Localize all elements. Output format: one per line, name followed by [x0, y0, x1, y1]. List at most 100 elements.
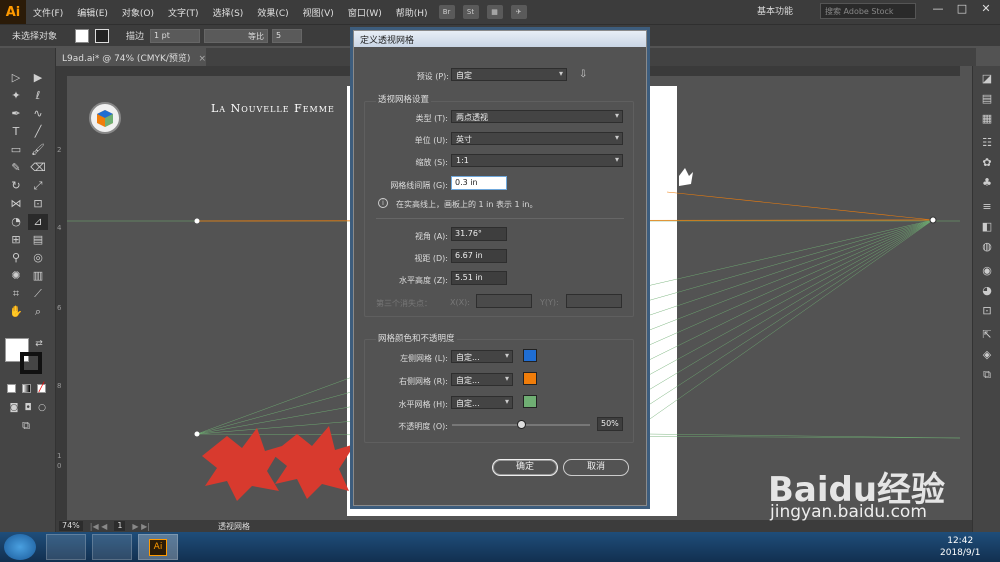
- perspective-grid-tool-icon[interactable]: ⊿: [28, 214, 48, 230]
- stroke-color-box[interactable]: [20, 352, 42, 374]
- layers-icon[interactable]: ◈: [979, 348, 995, 362]
- horizon-height-input[interactable]: 5.51 in: [451, 271, 507, 285]
- export-icon[interactable]: ⇱: [979, 328, 995, 342]
- opacity-slider-knob[interactable]: [517, 420, 526, 429]
- color-panel-icon[interactable]: ◪: [979, 72, 995, 86]
- save-preset-icon[interactable]: ⇩: [579, 69, 591, 81]
- stroke-swatch[interactable]: [95, 28, 110, 43]
- viewing-angle-input[interactable]: 31.76°: [451, 227, 507, 241]
- fill-swatch[interactable]: [75, 28, 90, 43]
- symbol-sprayer-icon[interactable]: ✺: [6, 268, 26, 284]
- scale-tool-icon[interactable]: ⤢: [28, 178, 48, 194]
- right-grid-color-swatch[interactable]: [523, 372, 537, 385]
- minimize-icon[interactable]: —: [928, 2, 948, 20]
- menu-object[interactable]: 对象(O): [115, 6, 161, 19]
- type-select[interactable]: 两点透视 ▾: [451, 110, 623, 123]
- horizontal-grid-select[interactable]: 自定... ▾: [451, 396, 513, 409]
- rotate-tool-icon[interactable]: ↻: [6, 178, 26, 194]
- hand-tool-icon[interactable]: ✋: [6, 304, 26, 320]
- graphic-styles-icon[interactable]: ◕: [979, 284, 995, 298]
- document-tab[interactable]: L9ad.ai* @ 74% (CMYK/预览) ×: [56, 48, 206, 66]
- selection-tool-icon[interactable]: ▷: [6, 70, 26, 86]
- width-tool-icon[interactable]: ⋈: [6, 196, 26, 212]
- swatches-icon[interactable]: ▦: [979, 112, 995, 126]
- zoom-level[interactable]: 74%: [59, 521, 83, 531]
- menu-select[interactable]: 选择(S): [206, 6, 251, 19]
- bridge-icon[interactable]: Br: [438, 5, 455, 19]
- gpu-performance-icon[interactable]: ✈: [510, 5, 527, 19]
- artboards-icon[interactable]: ⧉: [979, 368, 995, 382]
- swap-colors-icon[interactable]: ⇄: [34, 336, 44, 352]
- cancel-button[interactable]: 取消: [563, 459, 629, 476]
- mesh-tool-icon[interactable]: ⊞: [6, 232, 26, 248]
- close-tab-icon[interactable]: ×: [198, 54, 206, 64]
- artboard-tool-icon[interactable]: ⌗: [6, 286, 26, 302]
- slice-tool-icon[interactable]: ⟋: [28, 286, 48, 302]
- menu-view[interactable]: 视图(V): [296, 6, 341, 19]
- opacity-input[interactable]: 50%: [597, 417, 623, 431]
- shape-builder-icon[interactable]: ◔: [6, 214, 26, 230]
- stock-search-input[interactable]: 搜索 Adobe Stock: [820, 3, 916, 19]
- color-mode-icon[interactable]: [7, 384, 16, 393]
- graph-tool-icon[interactable]: ▥: [28, 268, 48, 284]
- zoom-tool-icon[interactable]: ⌕: [28, 304, 48, 320]
- appearance-icon[interactable]: ◉: [979, 264, 995, 278]
- paintbrush-icon[interactable]: 🖌: [28, 142, 48, 158]
- artboard-number[interactable]: 1: [114, 521, 126, 531]
- stroke-panel-icon[interactable]: ≡: [979, 200, 995, 214]
- screen-mode-icon[interactable]: ⧉: [16, 418, 36, 434]
- gradient-mode-icon[interactable]: [22, 384, 31, 393]
- scale-select[interactable]: 1:1 ▾: [451, 154, 623, 167]
- menu-file[interactable]: 文件(F): [26, 6, 70, 19]
- menu-edit[interactable]: 编辑(E): [70, 6, 115, 19]
- start-button[interactable]: [4, 534, 36, 560]
- color-guide-icon[interactable]: ▤: [979, 92, 995, 106]
- pen-tool-icon[interactable]: ✒: [6, 106, 26, 122]
- cc-libraries-icon[interactable]: ☷: [979, 136, 995, 150]
- transparency-icon[interactable]: ◍: [979, 240, 995, 254]
- ok-button[interactable]: 确定: [492, 459, 558, 476]
- menu-effect[interactable]: 效果(C): [250, 6, 295, 19]
- menu-type[interactable]: 文字(T): [161, 6, 206, 19]
- stock-icon[interactable]: St: [462, 5, 479, 19]
- direct-selection-tool-icon[interactable]: ▶: [28, 70, 48, 86]
- gradient-tool-icon[interactable]: ▤: [28, 232, 48, 248]
- brush-definition[interactable]: 5: [272, 28, 303, 43]
- arrange-documents-icon[interactable]: ▦: [486, 5, 503, 19]
- draw-inside-icon[interactable]: ○: [32, 400, 52, 416]
- line-tool-icon[interactable]: ╱: [28, 124, 48, 140]
- left-grid-color-swatch[interactable]: [523, 349, 537, 362]
- taskbar-chrome-icon[interactable]: [92, 534, 132, 560]
- none-mode-icon[interactable]: ╱: [37, 384, 46, 393]
- blend-tool-icon[interactable]: ◎: [28, 250, 48, 266]
- menu-help[interactable]: 帮助(H): [389, 6, 435, 19]
- brushes-icon[interactable]: ✿: [979, 156, 995, 170]
- align-panel-icon[interactable]: ⊡: [979, 304, 995, 318]
- gridline-every-input[interactable]: 0.3 in: [451, 176, 507, 190]
- magic-wand-icon[interactable]: ✦: [6, 88, 26, 104]
- shaper-tool-icon[interactable]: ✎: [6, 160, 26, 176]
- preset-select[interactable]: 自定 ▾: [451, 68, 567, 81]
- eraser-icon[interactable]: ⌫: [28, 160, 48, 176]
- taskbar-ie-icon[interactable]: [46, 534, 86, 560]
- menu-window[interactable]: 窗口(W): [341, 6, 389, 19]
- perspective-plane-widget[interactable]: [89, 102, 121, 134]
- eyedropper-icon[interactable]: ⚲: [6, 250, 26, 266]
- symbols-icon[interactable]: ♣: [979, 176, 995, 190]
- right-grid-select[interactable]: 自定... ▾: [451, 373, 513, 386]
- prev-artboard-icon[interactable]: |◀ ◀: [86, 522, 112, 531]
- rectangle-tool-icon[interactable]: ▭: [6, 142, 26, 158]
- lasso-icon[interactable]: ℓ: [28, 88, 48, 104]
- free-transform-icon[interactable]: ⊡: [28, 196, 48, 212]
- taskbar-illustrator-icon[interactable]: Ai: [138, 534, 178, 560]
- stroke-weight-field[interactable]: 1 pt: [150, 28, 201, 43]
- variable-width-profile[interactable]: 等比: [204, 28, 269, 43]
- close-window-icon[interactable]: ✕: [976, 2, 996, 20]
- next-artboard-icon[interactable]: ▶ ▶|: [128, 522, 154, 531]
- system-clock[interactable]: 12:42 2018/9/1: [940, 535, 980, 559]
- viewing-distance-input[interactable]: 6.67 in: [451, 249, 507, 263]
- horizontal-grid-color-swatch[interactable]: [523, 395, 537, 408]
- left-grid-select[interactable]: 自定... ▾: [451, 350, 513, 363]
- curvature-tool-icon[interactable]: ∿: [28, 106, 48, 122]
- unit-select[interactable]: 英寸 ▾: [451, 132, 623, 145]
